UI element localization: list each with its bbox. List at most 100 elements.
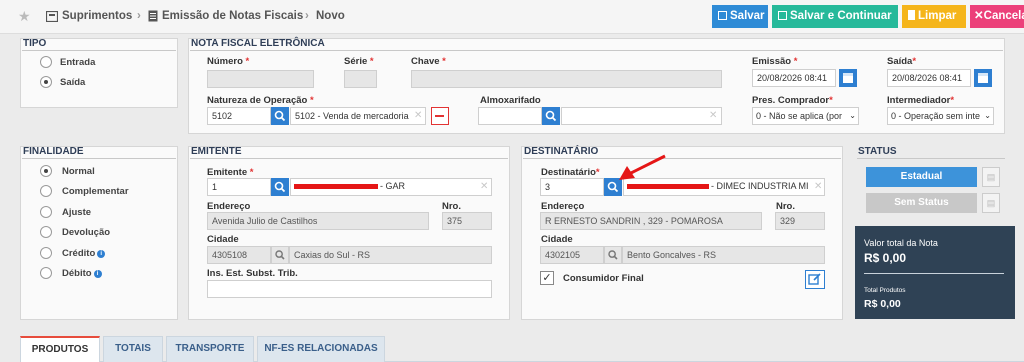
- emitente-cidade-label: Cidade: [207, 234, 239, 245]
- pres-comprador-label: Pres. Comprador*: [752, 95, 833, 106]
- trash-icon: [908, 10, 915, 20]
- redaction-mark: [294, 184, 378, 189]
- redaction-mark: [627, 184, 709, 189]
- radio-label-ajuste: Ajuste: [62, 207, 92, 218]
- radio-complementar[interactable]: [40, 185, 52, 197]
- emissao-field[interactable]: 20/08/2026 08:41: [752, 69, 836, 87]
- chave-label: Chave *: [411, 56, 446, 67]
- destinatario-name-suffix: - DIMEC INDUSTRIA MI: [711, 181, 809, 191]
- clear-x-icon[interactable]: ✕: [709, 110, 717, 121]
- radio-credito[interactable]: [40, 247, 52, 259]
- breadcrumb-novo: Novo: [316, 10, 345, 22]
- search-button[interactable]: [271, 107, 289, 125]
- clear-x-icon[interactable]: ✕: [480, 181, 488, 192]
- floppy-icon: [778, 11, 787, 20]
- ie-st-field[interactable]: [207, 280, 492, 298]
- radio-saida[interactable]: [40, 76, 52, 88]
- cancel-button[interactable]: ✕Cancela: [970, 5, 1024, 28]
- search-icon: [275, 250, 285, 260]
- save-button[interactable]: Salvar: [712, 5, 768, 28]
- status-title: STATUS: [858, 146, 897, 157]
- destinatario-endereco-label: Endereço: [541, 201, 585, 212]
- pres-comprador-select[interactable]: 0 - Não se aplica (por ⌄: [752, 107, 859, 125]
- almoxarifado-label: Almoxarifado: [480, 95, 541, 106]
- emitente-title: EMITENTE: [191, 146, 242, 157]
- consumidor-final-checkbox[interactable]: ✓: [540, 271, 554, 285]
- tab-produtos[interactable]: PRODUTOS: [20, 336, 100, 362]
- radio-debito[interactable]: [40, 267, 52, 279]
- numero-label: Número *: [207, 56, 250, 67]
- search-icon: [608, 250, 618, 260]
- destinatario-nro-label: Nro.: [776, 201, 795, 212]
- calendar-icon[interactable]: [839, 69, 857, 87]
- tab-nfes-relacionadas[interactable]: NF-ES RELACIONADAS: [257, 336, 385, 362]
- chevron-down-icon: ⌄: [984, 111, 991, 120]
- breadcrumb-emissao[interactable]: Emissão de Notas Fiscais: [162, 10, 303, 22]
- almoxarifado-desc-field[interactable]: [561, 107, 722, 125]
- destinatario-cidade-code-field[interactable]: 4302105: [540, 246, 604, 264]
- total-produtos-value: R$ 0,00: [864, 298, 901, 310]
- ie-st-label: Ins. Est. Subst. Trib.: [207, 268, 298, 279]
- destinatario-cidade-name-field[interactable]: Bento Goncalves - RS: [622, 246, 825, 264]
- finalidade-title: FINALIDADE: [23, 146, 84, 157]
- calendar-icon[interactable]: [974, 69, 992, 87]
- document-icon: [148, 10, 158, 22]
- radio-normal[interactable]: [40, 165, 52, 177]
- intermediador-select[interactable]: 0 - Operação sem inte ⌄: [887, 107, 994, 125]
- search-button[interactable]: [271, 246, 289, 264]
- remove-button[interactable]: [431, 107, 449, 125]
- estadual-button[interactable]: Estadual: [866, 167, 977, 187]
- star-icon[interactable]: ★: [18, 8, 31, 25]
- destinatario-endereco-field[interactable]: R ERNESTO SANDRIN , 329 - POMAROSA: [540, 212, 762, 230]
- clear-x-icon[interactable]: ✕: [414, 110, 422, 121]
- radio-entrada[interactable]: [40, 56, 52, 68]
- divider: [864, 273, 1004, 274]
- pdf-icon[interactable]: ▤: [982, 193, 1000, 213]
- destinatario-title: DESTINATÁRIO: [524, 146, 599, 157]
- tab-transporte[interactable]: TRANSPORTE: [166, 336, 254, 362]
- total-nota-label: Valor total da Nota: [864, 238, 938, 248]
- saida-label: Saída*: [887, 56, 917, 67]
- serie-field[interactable]: [344, 70, 377, 88]
- tab-totais[interactable]: TOTAIS: [103, 336, 163, 362]
- radio-ajuste[interactable]: [40, 206, 52, 218]
- divider: [190, 158, 508, 159]
- breadcrumb-suprimentos[interactable]: Suprimentos: [62, 10, 132, 22]
- edit-button[interactable]: [805, 270, 825, 289]
- emitente-label: Emitente *: [207, 167, 254, 178]
- save-and-continue-button[interactable]: Salvar e Continuar: [772, 5, 898, 28]
- destinatario-nro-field[interactable]: 329: [775, 212, 825, 230]
- search-button[interactable]: [271, 178, 289, 196]
- emitente-nro-field[interactable]: 375: [442, 212, 492, 230]
- emitente-cidade-code-field[interactable]: 4305108: [207, 246, 271, 264]
- info-icon[interactable]: i: [93, 270, 102, 278]
- divider: [22, 50, 176, 51]
- emitente-code-field[interactable]: 1: [207, 178, 271, 196]
- destinatario-code-field[interactable]: 3: [540, 178, 604, 196]
- search-button[interactable]: [604, 246, 622, 264]
- emitente-cidade-name-field[interactable]: Caxias do Sul - RS: [289, 246, 492, 264]
- almoxarifado-code-field[interactable]: [478, 107, 542, 125]
- breadcrumb-separator: ›: [137, 10, 141, 22]
- divider: [22, 158, 176, 159]
- natureza-label: Natureza de Operação *: [207, 95, 314, 106]
- pdf-icon[interactable]: ▤: [982, 167, 1000, 187]
- search-button[interactable]: [542, 107, 560, 125]
- clear-button[interactable]: Limpar: [902, 5, 966, 28]
- chevron-down-icon: ⌄: [849, 111, 856, 120]
- total-produtos-label: Total Produtos: [864, 287, 906, 294]
- chave-field[interactable]: [411, 70, 722, 88]
- natureza-code-field[interactable]: 5102: [207, 107, 271, 125]
- radio-label-entrada: Entrada: [60, 57, 96, 68]
- natureza-desc-field[interactable]: 5102 - Venda de mercadoria: [290, 107, 426, 125]
- clear-x-icon[interactable]: ✕: [814, 181, 822, 192]
- total-nota-value: R$ 0,00: [864, 251, 907, 265]
- emissao-label: Emissão *: [752, 56, 798, 67]
- destinatario-cidade-label: Cidade: [541, 234, 573, 245]
- info-icon[interactable]: i: [97, 250, 106, 258]
- emitente-endereco-field[interactable]: Avenida Julio de Castilhos: [207, 212, 429, 230]
- radio-devolucao[interactable]: [40, 226, 52, 238]
- sem-status-button[interactable]: Sem Status: [866, 193, 977, 213]
- numero-field[interactable]: [207, 70, 314, 88]
- saida-field[interactable]: 20/08/2026 08:41: [887, 69, 971, 87]
